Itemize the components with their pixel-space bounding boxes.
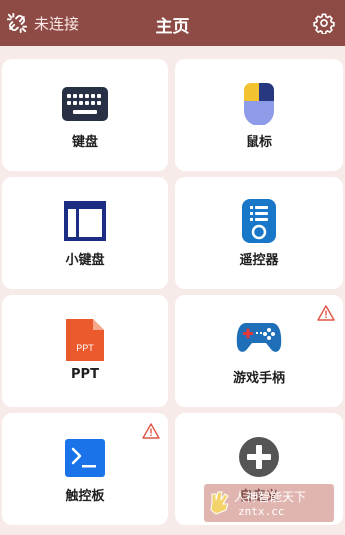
gamepad-label: 游戏手柄 [232,371,285,386]
remote-control-label: 遥控器 [239,253,279,268]
ppt-card[interactable]: PPT PPT [2,295,168,407]
touchpad-card[interactable]: 触控板 [2,413,168,525]
ppt-label: PPT [71,367,99,382]
mouse-card[interactable]: 鼠标 [175,59,343,171]
warning-icon [317,305,335,321]
keyboard-card[interactable]: 键盘 [2,59,168,171]
page-title: 主页 [155,17,190,37]
mouse-label: 鼠标 [245,135,272,150]
gamepad-card[interactable]: 游戏手柄 [175,295,343,407]
hand-logo-icon [210,491,229,515]
ppt-icon-text: PPT [76,343,94,353]
terminal-icon [65,439,105,477]
touchpad-label: 触控板 [65,489,105,504]
plus-circle-icon [239,437,279,477]
keyboard-label: 键盘 [71,135,98,150]
watermark-url: zntx.cc [238,505,285,518]
watermark-logo: 人神智能天下 zntx.cc [204,484,334,522]
numpad-icon [64,201,106,241]
gamepad-icon [236,323,282,352]
mouse-icon [244,83,274,125]
watermark-text: 人神智能天下 [234,490,307,504]
numpad-label: 小键盘 [65,253,105,268]
ppt-icon [66,319,104,361]
numpad-card[interactable]: 小键盘 [2,177,168,289]
keyboard-icon [62,87,108,121]
remote-control-icon [242,199,276,243]
warning-icon [142,423,160,439]
top-app-bar: 未连接 主页 [0,0,345,46]
settings-gear-icon[interactable] [313,12,335,34]
remote-card[interactable]: 遥控器 [175,177,343,289]
